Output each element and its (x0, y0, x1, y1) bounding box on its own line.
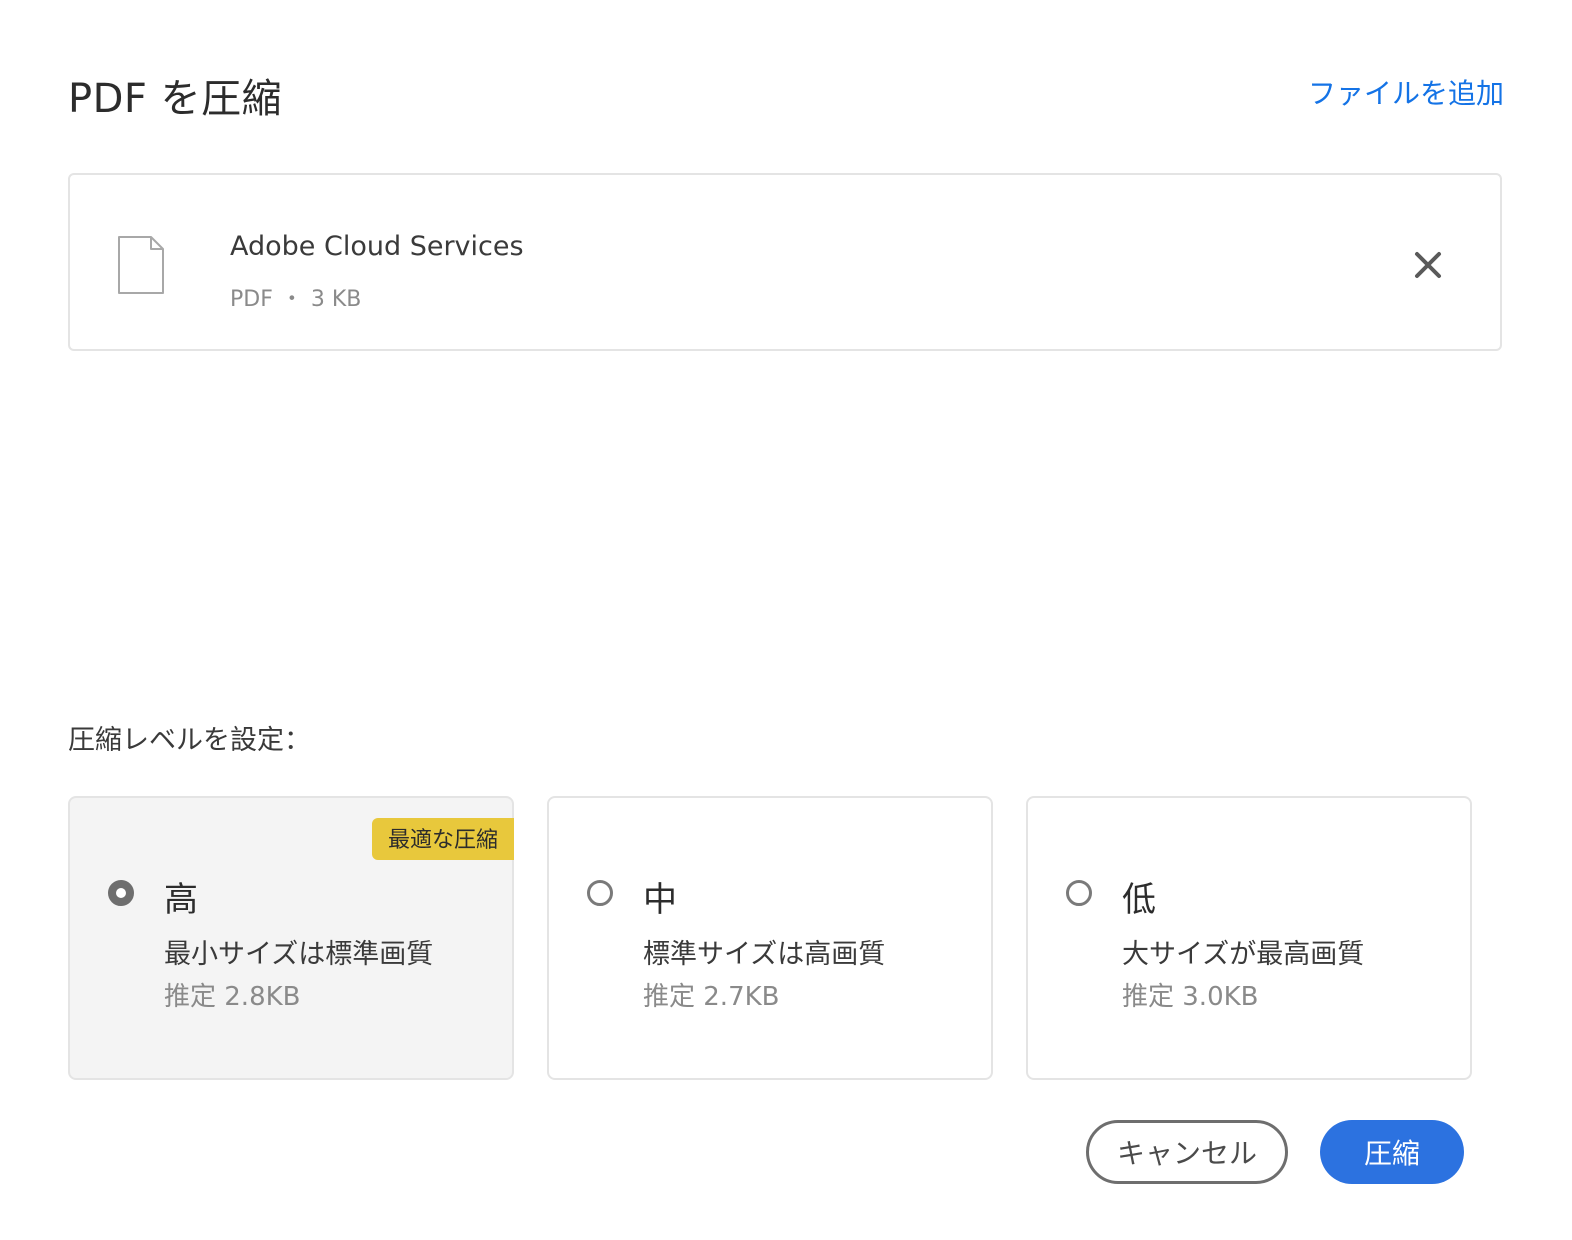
compression-level-label: 圧縮レベルを設定： (68, 725, 311, 756)
option-level: 高 (164, 880, 198, 920)
file-meta: PDF ・ 3 KB (230, 281, 361, 313)
option-estimate: 推定 2.8KB (164, 982, 301, 1012)
document-icon (118, 236, 164, 294)
option-description: 標準サイズは高画質 (643, 939, 886, 970)
radio-high[interactable] (108, 880, 134, 906)
option-estimate: 推定 3.0KB (1122, 982, 1259, 1012)
file-type: PDF (230, 287, 273, 312)
option-level: 低 (1122, 880, 1156, 920)
file-card: Adobe Cloud Services PDF ・ 3 KB (68, 173, 1502, 351)
meta-separator: ・ (280, 287, 303, 312)
option-estimate: 推定 2.7KB (643, 982, 780, 1012)
compress-button[interactable]: 圧縮 (1320, 1120, 1464, 1184)
option-low[interactable]: 低 大サイズが最高画質 推定 3.0KB (1026, 796, 1472, 1080)
option-medium[interactable]: 中 標準サイズは高画質 推定 2.7KB (547, 796, 993, 1080)
best-compression-badge: 最適な圧縮 (371, 818, 514, 860)
page-title: PDF を圧縮 (68, 76, 283, 122)
radio-medium[interactable] (587, 880, 613, 906)
option-description: 最小サイズは標準画質 (164, 939, 434, 970)
option-level: 中 (643, 880, 677, 920)
file-name: Adobe Cloud Services (230, 231, 524, 262)
close-icon[interactable] (1412, 249, 1444, 281)
add-file-link[interactable]: ファイルを追加 (1308, 72, 1504, 112)
radio-low[interactable] (1066, 880, 1092, 906)
cancel-button[interactable]: キャンセル (1086, 1120, 1288, 1184)
option-description: 大サイズが最高画質 (1122, 939, 1365, 970)
option-high[interactable]: 最適な圧縮 高 最小サイズは標準画質 推定 2.8KB (68, 796, 514, 1080)
file-size: 3 KB (310, 287, 362, 312)
